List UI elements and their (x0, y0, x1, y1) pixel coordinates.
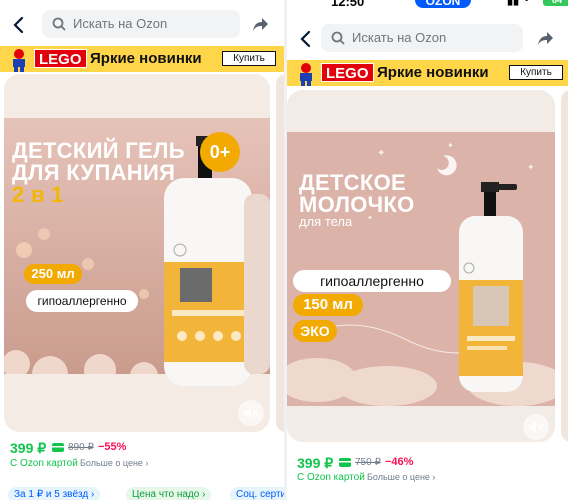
price: 399 ₽ (297, 455, 334, 471)
banner-slogan: Яркие новинки (377, 64, 489, 81)
product-headline: ДЕТСКИЙ ГЕЛЬ ДЛЯ КУПАНИЯ 2 в 1 (12, 140, 185, 206)
lego-minifigure-icon (13, 49, 25, 72)
mute-button[interactable] (523, 414, 549, 440)
discount: −55% (98, 441, 127, 453)
mute-button[interactable] (238, 400, 264, 426)
product-image-card[interactable]: ДЕТСКИЙ ГЕЛЬ ДЛЯ КУПАНИЯ 2 в 1 0+ 250 мл… (4, 74, 270, 432)
lego-logo: LEGO (321, 63, 374, 82)
status-bar: 12:50 OZON ▮▮ ◔ 84 (287, 0, 568, 12)
banner-buy-button[interactable]: Купить (509, 65, 563, 80)
svg-text:✦: ✦ (527, 162, 535, 172)
lego-logo: LEGO (34, 49, 87, 68)
tag-certificate[interactable]: Соц. серти (230, 487, 284, 500)
banner-slogan: Яркие новинки (90, 50, 202, 67)
share-icon[interactable] (252, 15, 270, 33)
product-milk-illustration: ✦ ✦ ✦ ✦ (287, 90, 555, 442)
headline-line-1: ДЕТСКИЙ ГЕЛЬ (12, 138, 185, 163)
discount: −46% (385, 456, 414, 468)
lego-ad-banner[interactable]: LEGO Яркие новинки Купить (287, 60, 568, 86)
left-screenshot: Искать на Ozon LEGO Яркие новинки Купить (0, 0, 284, 500)
search-placeholder: Искать на Ozon (73, 16, 168, 31)
headline-line-2: ДЛЯ КУПАНИЯ (12, 160, 176, 185)
age-badge: 0+ (200, 132, 240, 172)
banner-buy-button[interactable]: Купить (222, 51, 276, 66)
status-time: 12:50 (331, 0, 365, 9)
product-image-card[interactable]: ✦ ✦ ✦ ✦ ДЕТСКОЕ МОЛОЧКО для тела гипоалл… (287, 90, 555, 442)
hypoallergenic-pill: гипоаллергенно (293, 270, 451, 292)
search-input[interactable]: Искать на Ozon (42, 10, 240, 38)
tag-good-price[interactable]: Цена что надо › (126, 487, 212, 500)
speaker-muted-icon (244, 407, 259, 419)
share-icon[interactable] (537, 29, 555, 47)
search-row: Искать на Ozon (0, 10, 284, 40)
headline-line-2: МОЛОЧКО (299, 192, 415, 217)
back-arrow-icon[interactable] (8, 14, 30, 36)
product-gel-illustration (4, 74, 270, 432)
tag-stars[interactable]: За 1 ₽ и 5 звёзд › (8, 487, 101, 500)
headline-line-1: ДЕТСКОЕ (299, 170, 406, 195)
svg-text:✦: ✦ (377, 148, 385, 159)
volume-pill: 150 мл (293, 294, 363, 316)
more-about-price-link[interactable]: Больше о цене › (367, 472, 435, 482)
ozon-card-icon (52, 443, 64, 452)
old-price: 890 ₽ (68, 442, 94, 453)
svg-text:✦: ✦ (447, 141, 454, 150)
next-image-peek[interactable] (561, 90, 568, 442)
more-about-price-link[interactable]: Больше о цене › (80, 458, 148, 468)
search-input[interactable]: Искать на Ozon (321, 24, 523, 52)
battery-indicator: 84 (543, 0, 568, 6)
product-headline: ДЕТСКОЕ МОЛОЧКО (299, 172, 415, 216)
ozon-card-icon (339, 458, 351, 467)
search-icon (52, 17, 66, 31)
lego-minifigure-icon (300, 63, 312, 86)
ozon-pill: OZON (415, 0, 471, 8)
back-arrow-icon[interactable] (295, 28, 317, 50)
next-image-peek[interactable] (276, 74, 284, 432)
search-icon (331, 31, 345, 45)
eco-pill: ЭКО (293, 320, 337, 342)
right-screenshot: 12:50 OZON ▮▮ ◔ 84 Искать на Ozon LEGO Я… (287, 0, 568, 500)
lego-ad-banner[interactable]: LEGO Яркие новинки Купить (0, 46, 284, 72)
product-subtitle: для тела (299, 214, 353, 229)
price: 399 ₽ (10, 440, 47, 456)
hypoallergenic-pill: гипоаллергенно (26, 290, 138, 312)
headline-line-3: 2 в 1 (12, 182, 64, 207)
signal-wifi-icon: ▮▮ ◔ (507, 0, 529, 7)
search-placeholder: Искать на Ozon (352, 30, 447, 45)
ozon-card-label: С Ozon картой (297, 472, 365, 483)
search-row: Искать на Ozon (287, 24, 568, 54)
old-price: 750 ₽ (355, 457, 381, 468)
volume-pill: 250 мл (24, 264, 82, 284)
speaker-muted-icon (529, 421, 544, 433)
ozon-card-label: С Ozon картой (10, 458, 78, 469)
